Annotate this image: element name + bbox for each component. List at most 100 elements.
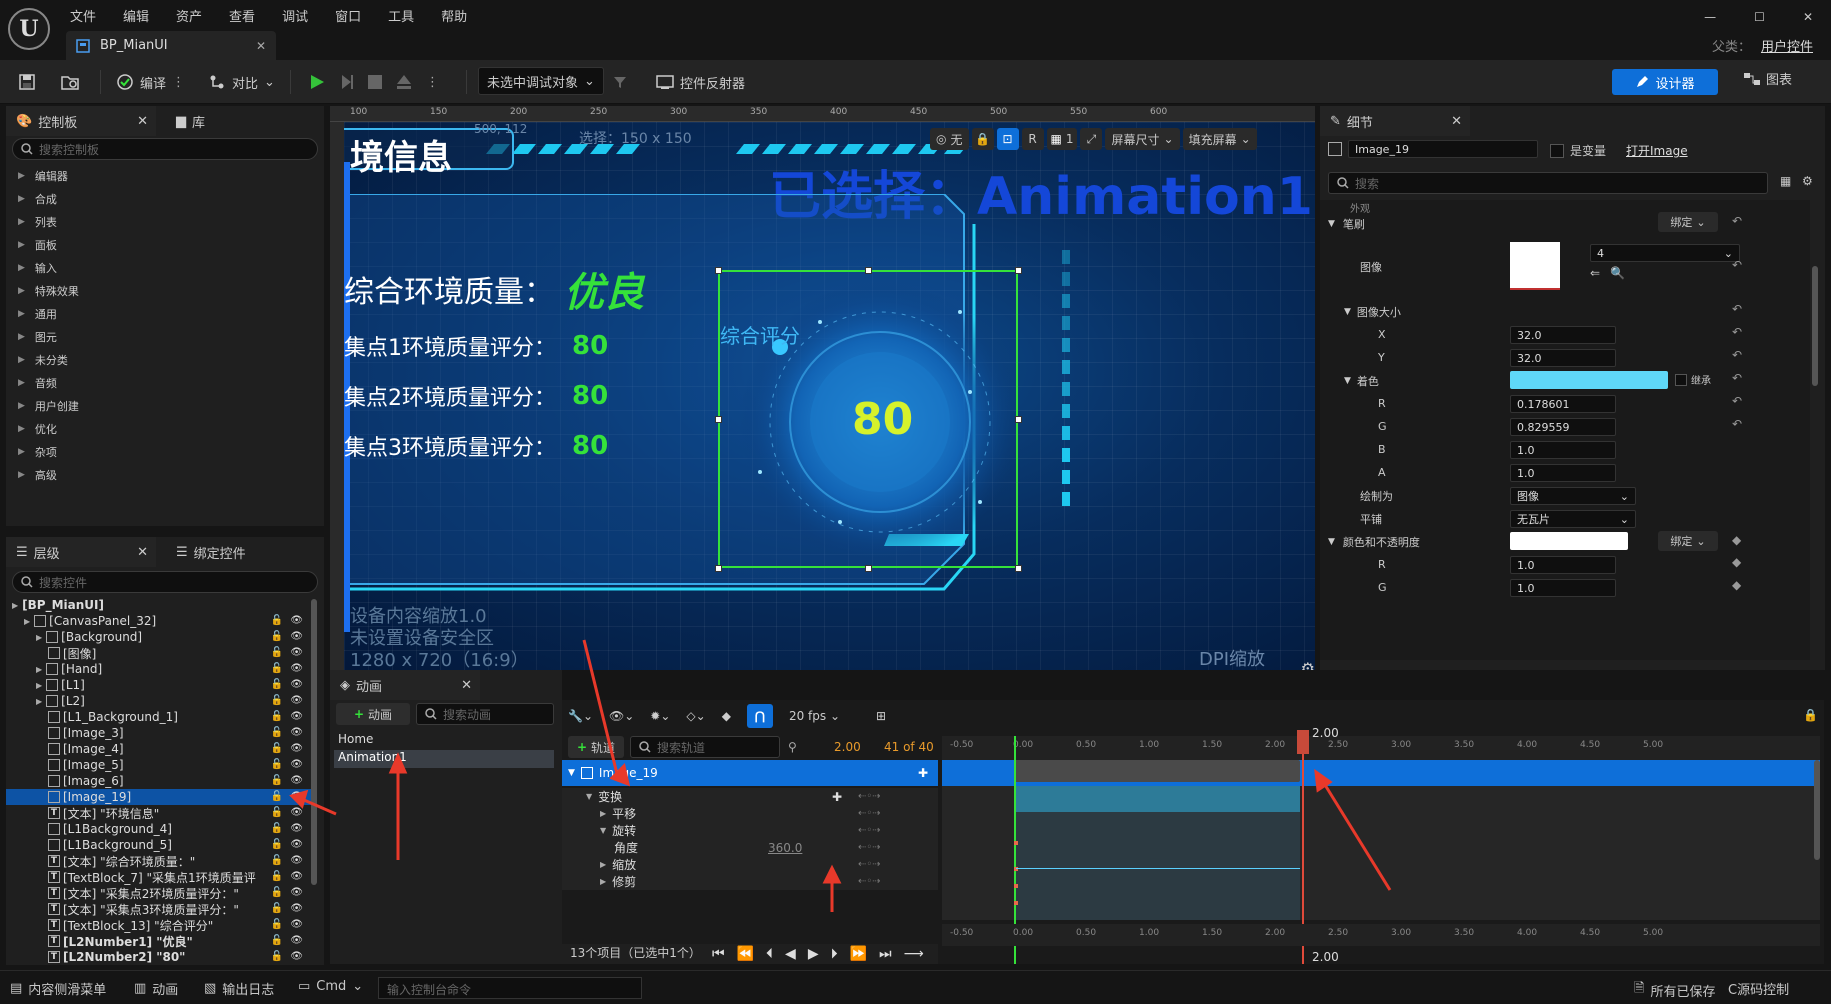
fill-screen-dropdown[interactable]: 填充屏幕 ⌄ <box>1182 128 1257 150</box>
hierarchy-item[interactable]: T [文本] "综合环境质量：" 🔓 👁 <box>6 853 311 869</box>
lock-icon[interactable]: 🔓 <box>271 759 283 770</box>
compile-options-icon[interactable]: ⋮ <box>172 75 185 90</box>
content-drawer-button[interactable]: ▤ 内容侧滑菜单 <box>10 979 106 998</box>
tab-hierarchy[interactable]: ☰ 层级 ✕ <box>6 537 156 567</box>
key-nav-icon[interactable]: ⇠◦⇢ <box>858 825 881 836</box>
hierarchy-item[interactable]: [L1_Background_1] 🔓 👁 <box>6 709 311 725</box>
lock-icon[interactable]: 🔓 <box>271 823 283 834</box>
lock-icon[interactable]: 🔓 <box>271 919 283 930</box>
close-window-icon[interactable]: ✕ <box>1803 10 1813 24</box>
key-nav-icon[interactable]: ⇠◦⇢ <box>858 808 881 819</box>
document-tab[interactable]: BP_MianUI ✕ <box>66 31 276 60</box>
subtrack-row[interactable]: ▶ 修剪 ⇠◦⇢ <box>562 873 938 890</box>
timeline-scrollbar[interactable] <box>1814 760 1820 860</box>
expand-arrow-icon[interactable]: ▶ <box>12 601 18 610</box>
menu-help[interactable]: 帮助 <box>441 6 467 25</box>
visibility-eye-icon[interactable]: 👁 <box>290 663 303 674</box>
expand-arrow-icon[interactable]: ▶ <box>600 860 606 869</box>
image-thumbnail[interactable] <box>1510 242 1560 290</box>
palette-category[interactable]: ▶ 杂项 <box>18 444 57 460</box>
lock-icon[interactable]: 🔓 <box>271 951 283 962</box>
lock-icon[interactable]: 🔓 <box>271 887 283 898</box>
palette-category[interactable]: ▶ 优化 <box>18 421 57 437</box>
resize-handle[interactable] <box>865 267 872 274</box>
play-forward-icon[interactable]: ▶ <box>808 946 819 962</box>
visibility-eye-icon[interactable]: 👁 <box>290 615 303 626</box>
hierarchy-item[interactable]: ▶ [Hand] 🔓 👁 <box>6 661 311 677</box>
palette-search-input[interactable]: 搜索控制板 <box>12 138 318 160</box>
visibility-eye-icon[interactable]: 👁 <box>290 823 303 834</box>
visibility-eye-icon[interactable]: 👁 <box>290 951 303 962</box>
add-animation-button[interactable]: + 动画 <box>336 703 410 725</box>
parent-class-link[interactable]: 用户控件 <box>1761 36 1813 55</box>
screen-size-dropdown[interactable]: 屏幕尺寸 ⌄ <box>1105 128 1180 150</box>
transform-snap-icon[interactable]: ✹⌄ <box>650 709 670 723</box>
menu-edit[interactable]: 编辑 <box>123 6 149 25</box>
hierarchy-item[interactable]: ▶ [Background] 🔓 👁 <box>6 629 311 645</box>
section-bar-transform[interactable] <box>1014 786 1300 812</box>
cmd-dropdown[interactable]: ▭ Cmd ⌄ <box>298 979 363 994</box>
hierarchy-item[interactable]: T [文本] "采集点3环境质量评分：" 🔓 👁 <box>6 901 311 917</box>
lock-icon[interactable]: 🔓 <box>271 647 283 658</box>
key-nav-icon[interactable]: ⇠◦⇢ <box>858 859 881 870</box>
key-diamond-icon[interactable]: ◇⌄ <box>686 709 705 723</box>
visibility-eye-icon[interactable]: 👁 <box>290 647 303 658</box>
palette-category[interactable]: ▶ 特殊效果 <box>18 283 79 299</box>
resize-handle[interactable] <box>865 565 872 572</box>
visibility-eye-icon[interactable]: 👁 <box>290 631 303 642</box>
lock-icon[interactable]: 🔓 <box>271 663 283 674</box>
palette-category[interactable]: ▶ 面板 <box>18 237 57 253</box>
settings-gear-icon[interactable]: ⚙ <box>1802 174 1813 188</box>
hierarchy-search-input[interactable]: 搜索控件 <box>12 571 318 593</box>
next-key-icon[interactable]: ⏩ <box>850 946 867 962</box>
image-asset-dropdown[interactable]: 4 ⌄ <box>1590 244 1740 262</box>
widget-name-field[interactable]: Image_19 <box>1348 140 1538 158</box>
animation-item-home[interactable]: Home <box>334 732 554 750</box>
tint-color-swatch[interactable] <box>1510 371 1668 389</box>
tab-library[interactable]: ▆ 库 <box>166 106 205 136</box>
palette-category[interactable]: ▶ 未分类 <box>18 352 68 368</box>
reset-icon[interactable]: ↶ <box>1732 394 1742 408</box>
hierarchy-item[interactable]: ▶ [L2] 🔓 👁 <box>6 693 311 709</box>
close-icon[interactable]: ✕ <box>137 114 148 129</box>
view-eye-icon[interactable]: 👁⌄ <box>609 709 634 723</box>
expand-arrow-icon[interactable]: ▶ <box>36 633 42 642</box>
color-opacity-swatch[interactable] <box>1510 532 1628 550</box>
keyframe[interactable] <box>1014 841 1018 845</box>
keyframe[interactable] <box>1014 884 1018 888</box>
menu-window[interactable]: 窗口 <box>335 6 361 25</box>
go-to-start-icon[interactable]: ⏮ <box>712 946 725 962</box>
palette-category[interactable]: ▶ 图元 <box>18 329 57 345</box>
debug-filter-icon[interactable] <box>612 68 628 96</box>
resize-handle[interactable] <box>1015 416 1022 423</box>
hierarchy-item[interactable]: T [L2Number2] "80" 🔓 👁 <box>6 949 311 965</box>
visibility-eye-icon[interactable]: 👁 <box>290 903 303 914</box>
co-g-field[interactable]: 1.0 <box>1510 579 1616 597</box>
lock-icon[interactable]: 🔓 <box>271 727 283 738</box>
maximize-icon[interactable]: ☐ <box>1754 10 1765 24</box>
reset-icon[interactable]: ↶ <box>1732 214 1742 228</box>
lock-icon[interactable]: 🔓 <box>271 791 283 802</box>
widget-reflector-button[interactable]: 控件反射器 <box>656 68 745 96</box>
lock-icon[interactable]: 🔓 <box>271 807 283 818</box>
add-transform-icon[interactable]: ✚ <box>832 790 842 804</box>
close-icon[interactable]: ✕ <box>137 545 148 560</box>
visibility-eye-icon[interactable]: 👁 <box>290 935 303 946</box>
reset-icon[interactable]: ↶ <box>1732 302 1742 316</box>
designer-mode-button[interactable]: 设计器 <box>1612 69 1718 95</box>
reset-icon[interactable]: ↶ <box>1732 258 1742 272</box>
subtrack-row[interactable]: ▼ 旋转 ⇠◦⇢ <box>562 822 938 839</box>
lock-icon[interactable]: 🔓 <box>271 615 283 626</box>
widget-canvas[interactable]: 境信息 选择：150 x 150 500, 112 已选择：Animation1… <box>344 122 1315 670</box>
current-time[interactable]: 2.00 <box>834 740 861 754</box>
tab-palette[interactable]: 🎨 控制板 ✕ <box>6 106 156 136</box>
magnet-snap-icon[interactable]: ⋂ <box>746 704 773 728</box>
respect-locks-toggle[interactable]: ⊡ <box>996 128 1019 150</box>
expand-arrow-icon[interactable]: ▼ <box>586 792 592 801</box>
tint-a-field[interactable]: 1.0 <box>1510 464 1616 482</box>
close-tab-icon[interactable]: ✕ <box>256 39 266 53</box>
palette-category[interactable]: ▶ 音频 <box>18 375 57 391</box>
prev-frame-icon[interactable]: ⏴ <box>766 946 773 962</box>
lock-icon[interactable]: 🔓 <box>271 855 283 866</box>
visibility-eye-icon[interactable]: 👁 <box>290 759 303 770</box>
